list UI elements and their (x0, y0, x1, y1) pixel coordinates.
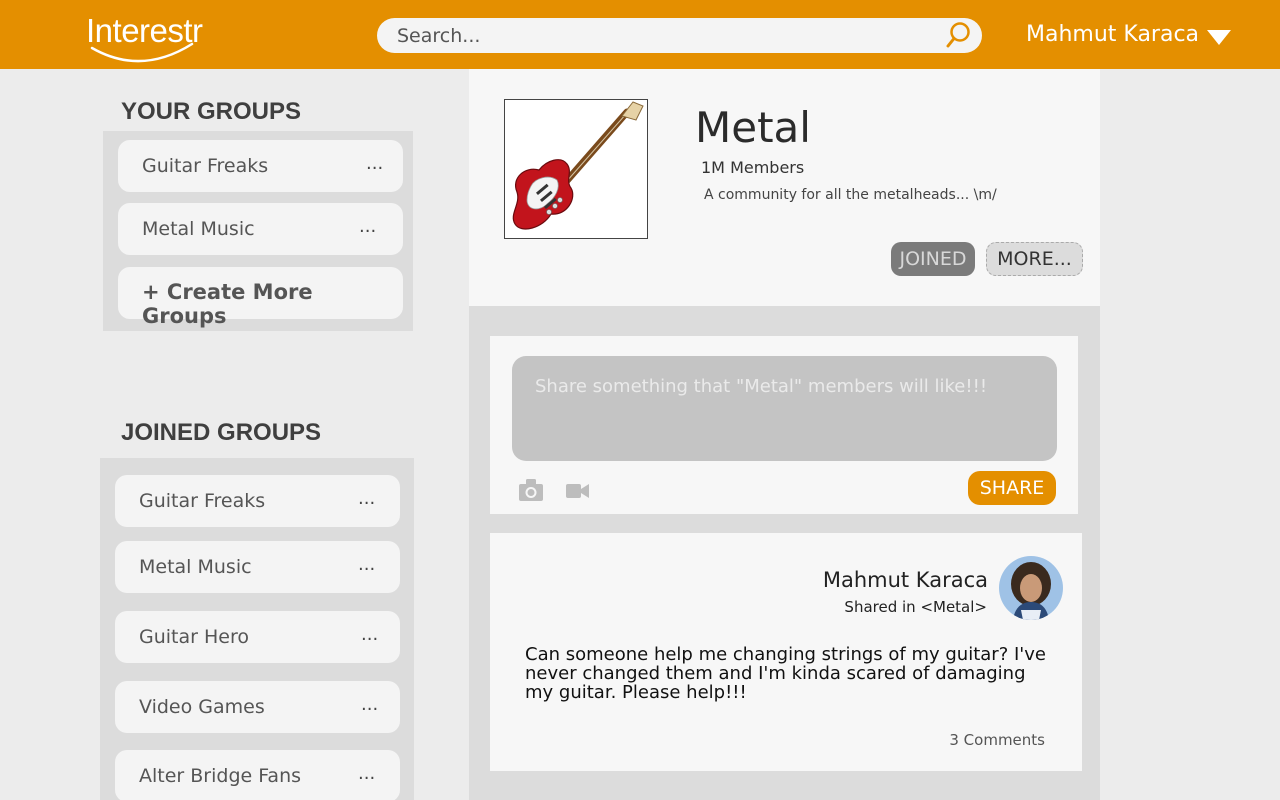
group-label: Guitar Hero (139, 626, 249, 648)
group-label: Metal Music (142, 218, 255, 240)
interestr-logo[interactable]: Interestr (86, 10, 203, 64)
post-composer: Share something that "Metal" members wil… (490, 336, 1078, 514)
group-label: Guitar Freaks (139, 490, 266, 512)
joined-groups-title: JOINED GROUPS (121, 419, 322, 446)
group-label: Metal Music (139, 556, 252, 578)
post-body: Can someone help me changing strings of … (525, 644, 1046, 703)
group-member-count: 1M Members (701, 158, 805, 177)
more-button[interactable]: MORE... (986, 242, 1083, 276)
group-label: Video Games (139, 696, 265, 718)
joined-group-item[interactable]: Metal Music ... (115, 541, 400, 593)
joined-button[interactable]: JOINED (891, 242, 975, 276)
group-header: Metal 1M Members A community for all the… (469, 69, 1100, 306)
your-groups-title: YOUR GROUPS (121, 98, 302, 125)
joined-group-item[interactable]: Guitar Hero ... (115, 611, 400, 663)
avatar-image (999, 556, 1063, 620)
your-groups-list: Guitar Freaks ... Metal Music ... + Crea… (103, 131, 413, 331)
more-options-icon[interactable]: ... (358, 763, 375, 784)
more-options-icon[interactable]: ... (361, 624, 378, 645)
top-bar: Interestr Mahmut Karaca (0, 0, 1280, 69)
your-group-item[interactable]: Guitar Freaks ... (118, 140, 403, 192)
post-shared-in[interactable]: Shared in <Metal> (844, 598, 987, 616)
video-icon[interactable] (566, 483, 590, 499)
camera-icon[interactable] (518, 478, 544, 502)
create-group-label: + Create More Groups (142, 280, 313, 328)
more-options-icon[interactable]: ... (358, 488, 375, 509)
guitar-image (512, 101, 644, 230)
more-options-icon[interactable]: ... (361, 694, 378, 715)
chevron-down-icon[interactable] (1207, 30, 1231, 45)
joined-group-item[interactable]: Video Games ... (115, 681, 400, 733)
post-author[interactable]: Mahmut Karaca (823, 568, 988, 592)
search-icon[interactable] (946, 21, 972, 49)
joined-groups-list: Guitar Freaks ... Metal Music ... Guitar… (100, 458, 414, 800)
user-name[interactable]: Mahmut Karaca (1026, 22, 1199, 47)
group-description: A community for all the metalheads... \m… (704, 187, 997, 203)
comments-link[interactable]: 3 Comments (949, 731, 1045, 749)
your-group-item[interactable]: Metal Music ... (118, 203, 403, 255)
group-image (504, 99, 648, 239)
more-options-icon[interactable]: ... (366, 153, 383, 174)
share-button[interactable]: SHARE (968, 471, 1056, 505)
more-options-icon[interactable]: ... (358, 554, 375, 575)
joined-group-item[interactable]: Alter Bridge Fans ... (115, 750, 400, 800)
create-group-button[interactable]: + Create More Groups (118, 267, 403, 328)
post-input-placeholder: Share something that "Metal" members wil… (535, 376, 988, 397)
post-input[interactable]: Share something that "Metal" members wil… (512, 356, 1057, 461)
group-label: Alter Bridge Fans (139, 765, 302, 787)
logo-smile-icon (90, 42, 194, 63)
search-input[interactable] (397, 18, 937, 53)
group-name: Metal (695, 103, 811, 152)
group-label: Guitar Freaks (142, 155, 269, 177)
avatar[interactable] (999, 556, 1063, 620)
joined-group-item[interactable]: Guitar Freaks ... (115, 475, 400, 527)
more-options-icon[interactable]: ... (359, 216, 376, 237)
post-card: Mahmut Karaca Shared in <Metal> Can some… (490, 533, 1082, 771)
search-bar (377, 18, 982, 53)
